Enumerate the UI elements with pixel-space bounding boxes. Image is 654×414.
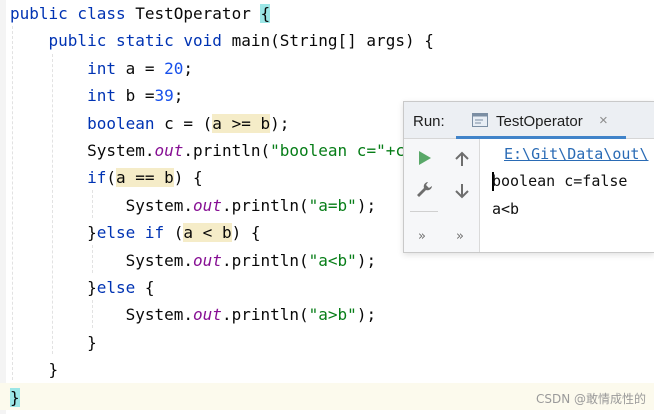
code-line: int a = 20; [10,55,193,82]
code-token: a >= b [212,113,271,133]
console-line: a<b [492,200,520,218]
more-actions-icon[interactable]: » [456,229,464,244]
code-token: "a>b" [308,305,357,325]
code-token: } [10,278,97,297]
code-line: System.out.println("a>b"); [10,301,376,328]
code-token: ( [173,223,184,243]
run-header: Run: TestOperator × [404,102,654,139]
code-token: "a=b" [308,195,357,215]
code-line: System.out.println("a=b"); [10,192,376,219]
tab-testoperator[interactable]: TestOperator × [456,102,626,139]
code-token: ; [183,58,194,78]
arrow-up-icon[interactable] [452,149,472,169]
code-token: int [10,86,126,106]
code-token: out [193,195,222,215]
code-token: } [10,332,97,352]
code-token: .println( [221,305,309,325]
code-token: else if [96,223,174,243]
code-token: int [10,58,126,78]
wrench-icon[interactable] [414,180,434,200]
code-token: public class [10,4,136,23]
code-token: b = [125,86,155,106]
console-path-link[interactable]: E:\Git\Data\out\ [504,145,649,163]
tab-label: TestOperator [496,113,583,130]
code-token: { [260,4,271,23]
watermark: CSDN @敢情成性的 [536,392,647,406]
rerun-icon[interactable] [414,148,434,168]
code-token: ; [173,86,184,106]
code-token: ); [356,195,377,215]
code-line: public static void main(String[] args) { [10,27,434,54]
code-token: 20 [164,58,184,78]
code-line: System.out.println("boolean c="+c); [10,137,424,164]
code-token: out [193,305,222,325]
code-token: c = ( [164,113,213,133]
more-actions-icon[interactable]: » [418,229,426,244]
arrow-down-icon[interactable] [452,181,472,201]
code-token: System. [10,195,194,215]
code-line: int b =39; [10,82,183,109]
code-token: TestOperator [135,4,261,23]
code-line: }else if (a < b) { [10,219,260,246]
code-token: a == b [115,168,174,188]
toolbar-separator [410,211,438,212]
code-line: } [10,329,97,356]
code-token: a = [125,58,165,78]
code-token: System. [10,305,194,325]
code-token: "a<b" [308,250,357,270]
code-token: 39 [154,86,174,106]
console-output[interactable]: E:\Git\Data\out\ boolean c=false a<b [480,139,654,252]
code-token: } [10,223,97,243]
code-line: public class TestOperator { [10,0,271,27]
code-line: } [10,356,59,383]
code-token: boolean [10,113,165,133]
code-token: } [10,387,20,407]
console-icon [472,113,488,127]
code-token: .println( [221,250,309,270]
code-token: System. [10,250,194,270]
code-token: { [144,278,155,297]
code-token: ) { [231,223,261,243]
code-token: out [154,141,184,160]
code-token: .println( [221,195,309,215]
code-token: "boolean c="+c); [270,141,425,160]
code-token: System. [10,141,155,160]
code-line: } [10,384,20,411]
run-toolbar: » » [404,139,480,252]
close-icon[interactable]: × [599,112,608,129]
code-line: }else { [10,274,155,301]
code-token: else [96,278,145,297]
console-line: boolean c=false [492,172,628,190]
code-token: out [193,250,222,270]
code-token: ); [356,250,377,270]
code-token: if [10,168,107,188]
run-title: Run: [413,113,445,130]
code-token: } [10,360,59,380]
run-tool-window[interactable]: Run: TestOperator × » » E:\Git\Data\out\… [403,101,654,253]
code-token: main(String[] args) { [231,31,434,51]
code-token: .println( [183,141,271,160]
code-line: System.out.println("a<b"); [10,247,376,274]
code-token: ); [270,113,290,133]
code-token: ( [106,168,116,188]
code-token: ) { [173,168,203,188]
code-line: if(a == b) { [10,164,203,191]
code-token: public static void [10,31,232,51]
code-token: a < b [183,223,232,243]
code-token: ); [356,305,377,325]
code-line: boolean c = (a >= b); [10,110,289,137]
